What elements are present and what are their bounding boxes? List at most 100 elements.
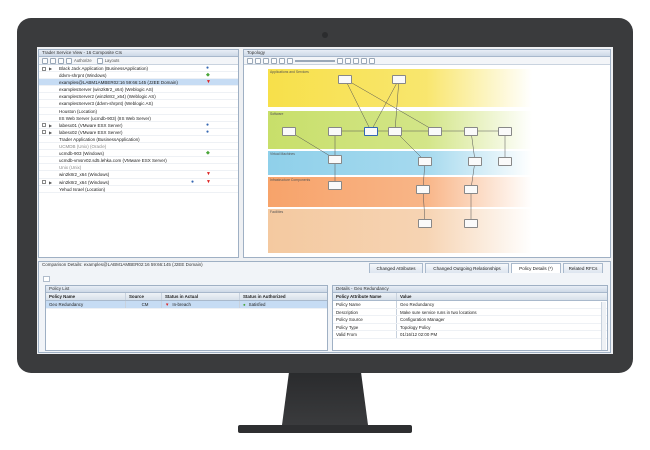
row-checkbox[interactable] bbox=[42, 130, 46, 135]
tree-row[interactable]: examplesServer2 (win2k8r2_x64) (Weblogic… bbox=[39, 93, 238, 101]
tree-row[interactable]: ▶ win2k8r2_x64 (Windows) ● ▼ bbox=[39, 179, 238, 186]
topology-node[interactable] bbox=[388, 127, 402, 136]
col-policy-name[interactable]: Policy Name bbox=[46, 293, 126, 300]
col-source[interactable]: Source bbox=[126, 293, 162, 300]
tab-changed-attributes[interactable]: Changed Attributes bbox=[369, 263, 423, 273]
tree-row-label: examplesServer3 (ddvm-shrpnt) (Weblogic … bbox=[59, 101, 153, 107]
tree-row[interactable]: ▶ Black Jack Application (BusinessApplica… bbox=[39, 65, 238, 73]
tree-row[interactable]: Trader Application (BusinessApplication) bbox=[39, 136, 238, 144]
tree-row[interactable]: examplesServer (win2k8r2_x64) (Weblogic … bbox=[39, 86, 238, 94]
table-row[interactable]: Geo Redundancy CM ▼ In-breach ● Satisfied bbox=[46, 301, 327, 309]
err-status-icon: ▼ bbox=[206, 171, 211, 178]
table-row[interactable]: Policy Source Configuration Manager bbox=[333, 316, 607, 324]
tree-row[interactable]: UCMDB (Unix) (Oracle) bbox=[39, 143, 238, 151]
tree-row[interactable]: IIS Web Server (ucmdb-903) (IIS Web Serv… bbox=[39, 115, 238, 122]
hierarchy-layout-icon[interactable] bbox=[255, 57, 261, 64]
table-row[interactable]: Policy Type Topology Policy bbox=[333, 323, 607, 331]
tree-row[interactable]: Yehud Israel (Location) bbox=[39, 186, 238, 193]
tree-row-label: win2k8r2_x64 (Windows) bbox=[59, 179, 110, 185]
satisfied-icon: ● bbox=[243, 302, 246, 307]
tree-row[interactable]: ▶ labesx02 (VMware ESX Server) ● bbox=[39, 129, 238, 136]
monitor-stand-neck bbox=[282, 373, 368, 425]
topology-node[interactable] bbox=[418, 219, 432, 228]
topology-node[interactable] bbox=[468, 157, 482, 166]
topology-node[interactable] bbox=[364, 127, 378, 136]
export-icon[interactable] bbox=[43, 276, 50, 282]
expand-icon[interactable] bbox=[50, 57, 56, 64]
tree-row[interactable]: ddvm-shrpnt (Windows) ◆ bbox=[39, 72, 238, 80]
tree-row[interactable]: ucmdb-vmsrv02.sd5.lehka.com (VMware ESX … bbox=[39, 157, 238, 165]
overview-icon[interactable] bbox=[345, 57, 351, 64]
tree-row-label: ucmdb-903 (Windows) bbox=[59, 151, 105, 157]
topology-node[interactable] bbox=[418, 157, 432, 166]
tree-row[interactable]: win2k8r2_x64 (Windows) ▼ bbox=[39, 171, 238, 179]
row-checkbox[interactable] bbox=[42, 180, 46, 184]
expand-arrow-icon[interactable]: ▶ bbox=[49, 179, 52, 186]
table-row[interactable]: Description Make sure service runs in two… bbox=[333, 308, 607, 316]
table-row[interactable]: Valid From 01/16/12 02:00 PM bbox=[333, 331, 607, 339]
topology-node[interactable] bbox=[328, 155, 342, 164]
attribute-value-cell: Make sure service runs in two locations bbox=[400, 309, 477, 315]
tab-policy-details[interactable]: Policy Details (*) bbox=[511, 263, 561, 273]
attribute-name-cell: Valid From bbox=[333, 331, 397, 338]
col-value[interactable]: Value bbox=[397, 293, 597, 300]
topology-node[interactable] bbox=[338, 75, 352, 84]
topology-node[interactable] bbox=[464, 185, 478, 194]
tab-changed-outgoing-relationships[interactable]: Changed Outgoing Relationships bbox=[425, 263, 509, 273]
topology-node[interactable] bbox=[328, 127, 342, 136]
service-view-panel: Trader Service View - 16 Composite CIs A… bbox=[38, 49, 239, 258]
authorize-button[interactable]: Authorize bbox=[74, 58, 92, 63]
tree-row[interactable]: Houston (Location) bbox=[39, 108, 238, 115]
select-tool-icon[interactable] bbox=[247, 57, 253, 64]
authorize-icon[interactable] bbox=[66, 57, 72, 64]
info-status-icon: ● bbox=[191, 178, 195, 185]
tree-row[interactable]: Unix (Unix) bbox=[39, 164, 238, 172]
layout-icon[interactable] bbox=[96, 57, 103, 64]
refresh-icon[interactable] bbox=[42, 57, 48, 64]
topology-node[interactable] bbox=[464, 219, 478, 228]
zoom-out-icon[interactable] bbox=[287, 57, 293, 64]
col-status-actual[interactable]: Status in Actual bbox=[162, 293, 240, 300]
col-attribute-name[interactable]: Policy Attribute Name bbox=[333, 293, 397, 300]
tree-row-label: examplesServer (win2k8r2_x64) (Weblogic … bbox=[59, 87, 154, 93]
zoom-in-icon[interactable] bbox=[337, 57, 343, 64]
expand-arrow-icon[interactable]: ▶ bbox=[49, 65, 52, 72]
col-status-authorized[interactable]: Status in Authorized bbox=[240, 293, 327, 300]
row-checkbox[interactable] bbox=[42, 123, 46, 128]
details-title: Details - Geo Redundancy bbox=[333, 286, 607, 293]
comparison-tabs: Changed Attributes Changed Outgoing Relat… bbox=[39, 263, 612, 273]
topology-node[interactable] bbox=[428, 127, 442, 136]
zoom-slider[interactable] bbox=[295, 59, 335, 62]
details-scrollbar[interactable] bbox=[601, 302, 606, 350]
help-icon[interactable] bbox=[369, 57, 375, 64]
tree-row[interactable]: ▶ labesx01 (VMware ESX Server) ● bbox=[39, 122, 238, 129]
filter-icon[interactable] bbox=[353, 57, 359, 64]
layouts-dropdown[interactable]: Layouts bbox=[105, 58, 120, 63]
collapse-icon[interactable] bbox=[58, 57, 64, 64]
export-icon[interactable] bbox=[361, 57, 367, 64]
table-row[interactable]: Policy Name Geo Redundancy bbox=[333, 301, 607, 309]
tree-row[interactable]: examplesServer3 (ddvm-shrpnt) (Weblogic … bbox=[39, 100, 238, 108]
err-status-icon: ▼ bbox=[206, 178, 211, 185]
tree-row[interactable]: examples@LABM1AMBER02:16 59:66:145 (J2EE… bbox=[39, 79, 238, 87]
topology-node[interactable] bbox=[392, 75, 406, 84]
row-checkbox[interactable] bbox=[42, 66, 46, 71]
circular-layout-icon[interactable] bbox=[263, 57, 269, 64]
topology-node[interactable] bbox=[416, 185, 430, 194]
tree-row[interactable]: ucmdb-903 (Windows) ◆ bbox=[39, 150, 238, 158]
topology-node[interactable] bbox=[498, 127, 512, 136]
expand-arrow-icon[interactable]: ▶ bbox=[49, 129, 52, 136]
expand-arrow-icon[interactable]: ▶ bbox=[49, 122, 52, 129]
topology-node[interactable] bbox=[328, 181, 342, 190]
tab-related-rfcs[interactable]: Related RFCs bbox=[563, 263, 603, 273]
service-view-title: Trader Service View - 16 Composite CIs bbox=[39, 50, 238, 57]
err-status-icon: ▼ bbox=[206, 79, 211, 86]
fit-to-window-icon[interactable] bbox=[279, 57, 285, 64]
attribute-value-cell: 01/16/12 02:00 PM bbox=[400, 332, 438, 337]
topology-node[interactable] bbox=[498, 157, 512, 166]
topology-panel: Topology Applications and Services Softwa… bbox=[243, 49, 611, 258]
topology-node[interactable] bbox=[282, 127, 296, 136]
topology-node[interactable] bbox=[464, 127, 478, 136]
info-status-icon: ● bbox=[206, 128, 210, 135]
grid-layout-icon[interactable] bbox=[271, 57, 277, 64]
